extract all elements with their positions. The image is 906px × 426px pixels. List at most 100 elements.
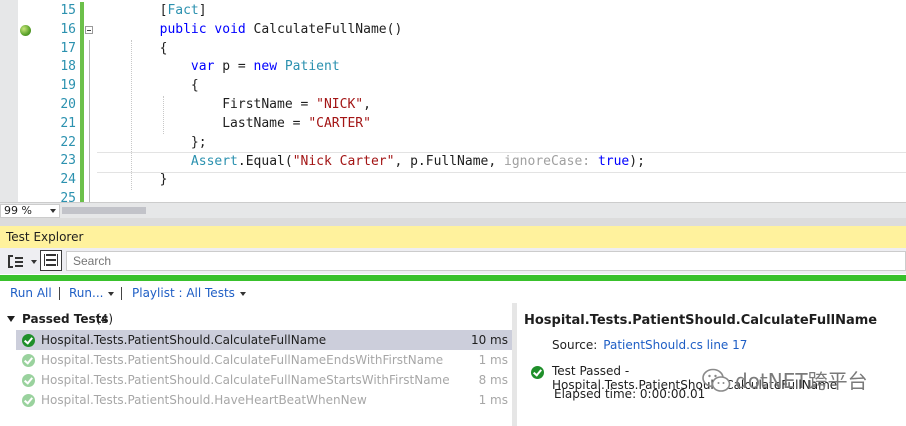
list-icon <box>44 254 58 266</box>
divider <box>121 287 122 300</box>
code-token: Patient <box>284 59 340 75</box>
code-text: FirstName = "NICK", <box>97 96 371 115</box>
code-token: void <box>214 21 246 37</box>
line-number: 22 <box>60 134 76 150</box>
test-row[interactable]: Hospital.Tests.PatientShould.HaveHeartBe… <box>16 390 512 410</box>
code-token: p = <box>214 59 254 75</box>
playlist-label: Playlist : All Tests <box>132 286 235 300</box>
test-detail-pane: Hospital.Tests.PatientShould.CalculateFu… <box>517 303 906 426</box>
list-view-button[interactable] <box>40 250 62 271</box>
run-all-link[interactable]: Run All <box>10 281 52 305</box>
code-line[interactable]: 15 [Fact] <box>0 2 906 21</box>
code-line[interactable]: 21 LastName = "CARTER" <box>0 115 906 134</box>
test-name: Hospital.Tests.PatientShould.CalculateFu… <box>41 373 450 387</box>
code-text: } <box>97 171 168 190</box>
code-token: , <box>363 96 371 112</box>
watermark-text: dotNET跨平台 <box>735 369 868 393</box>
code-line[interactable]: 17 { <box>0 40 906 59</box>
code-token: { <box>97 40 168 56</box>
code-text: Assert.Equal("Nick Carter", p.FullName, … <box>97 152 906 174</box>
code-token: Assert <box>190 154 238 170</box>
code-token: true <box>597 154 630 170</box>
code-text: var p = new Patient <box>97 58 340 77</box>
test-name: Hospital.Tests.PatientShould.CalculateFu… <box>41 353 444 367</box>
run-dropdown[interactable]: Run... <box>69 281 115 305</box>
code-text: LastName = "CARTER" <box>97 115 371 134</box>
line-number: 21 <box>60 115 76 131</box>
code-token: FirstName = <box>97 96 317 112</box>
zoom-value: 99 % <box>4 204 32 217</box>
test-explorer-toolbar <box>0 248 906 274</box>
test-passed-glyph-icon[interactable] <box>20 24 31 36</box>
code-token: .Equal( <box>237 154 293 170</box>
code-text: [Fact] <box>97 2 207 21</box>
code-line[interactable]: 25 <box>0 190 906 202</box>
test-duration: 1 ms <box>478 393 508 407</box>
code-text: { <box>97 40 168 59</box>
divider <box>59 287 60 300</box>
code-line[interactable]: 20 FirstName = "NICK", <box>0 96 906 115</box>
passed-tests-group[interactable]: Passed Tests (4) <box>0 309 512 330</box>
group-by-icon <box>8 255 23 268</box>
code-token: { <box>97 78 199 94</box>
line-number: 20 <box>60 96 76 112</box>
run-label: Run... <box>69 286 104 300</box>
test-list: Passed Tests (4) Hospital.Tests.PatientS… <box>0 309 512 426</box>
chevron-down-icon <box>31 260 37 264</box>
code-token: }; <box>97 134 207 150</box>
horizontal-scrollbar[interactable] <box>62 206 902 216</box>
code-line[interactable]: 16 public void CalculateFullName() <box>0 21 906 40</box>
detail-source: Source: PatientShould.cs line 17 <box>552 338 747 352</box>
test-row[interactable]: Hospital.Tests.PatientShould.CalculateFu… <box>16 330 512 350</box>
group-by-button[interactable] <box>6 252 38 271</box>
code-editor[interactable]: 15 [Fact] 16 public void CalculateFullNam… <box>0 0 906 202</box>
search-input[interactable] <box>66 251 906 271</box>
code-token: public <box>159 21 207 37</box>
test-duration: 1 ms <box>478 353 508 367</box>
test-row[interactable]: Hospital.Tests.PatientShould.CalculateFu… <box>16 370 512 390</box>
code-text: }; <box>97 134 207 153</box>
code-line[interactable]: 22 }; <box>0 134 906 153</box>
code-token: } <box>97 172 168 188</box>
test-row[interactable]: Hospital.Tests.PatientShould.CalculateFu… <box>16 350 512 370</box>
code-token: ] <box>198 3 207 18</box>
passed-check-icon <box>22 334 35 347</box>
zoom-dropdown[interactable]: 99 % <box>0 204 60 218</box>
code-text: public void CalculateFullName() <box>97 21 403 40</box>
chevron-down-icon <box>239 291 246 296</box>
code-token: ); <box>629 154 645 170</box>
wechat-logo-icon <box>702 368 731 392</box>
code-line[interactable]: 24 } <box>0 171 906 190</box>
line-number: 17 <box>60 40 76 56</box>
code-line[interactable]: 23 Assert.Equal("Nick Carter", p.FullNam… <box>0 152 906 174</box>
code-text: { <box>97 77 199 96</box>
code-token: new <box>253 59 278 75</box>
code-token: "NICK" <box>316 96 364 112</box>
group-count: (4) <box>96 312 113 326</box>
code-token: , p.FullName, <box>394 154 505 170</box>
code-line[interactable]: 18 var p = new Patient <box>0 58 906 77</box>
detail-title: Hospital.Tests.PatientShould.CalculateFu… <box>524 313 878 328</box>
test-explorer-title[interactable]: Test Explorer <box>0 226 906 248</box>
editor-bottom-bar: 99 % <box>0 202 906 219</box>
code-token: LastName = <box>97 115 309 131</box>
code-token: ignoreCase: <box>504 154 591 170</box>
test-name: Hospital.Tests.PatientShould.HaveHeartBe… <box>41 393 367 407</box>
panel-splitter[interactable] <box>0 218 906 226</box>
source-label: Source: <box>552 338 598 352</box>
code-line[interactable]: 19 { <box>0 77 906 96</box>
code-token: var <box>190 59 215 75</box>
passed-check-icon <box>22 394 35 407</box>
source-link[interactable]: PatientShould.cs line 17 <box>603 338 747 352</box>
chevron-down-icon <box>50 209 56 213</box>
collapse-icon[interactable] <box>85 25 93 34</box>
scrollbar-thumb[interactable] <box>62 207 146 214</box>
expand-triangle-icon[interactable] <box>7 316 15 322</box>
line-number: 15 <box>60 3 76 18</box>
line-number: 23 <box>60 153 76 169</box>
playlist-dropdown[interactable]: Playlist : All Tests <box>132 281 246 305</box>
line-number: 24 <box>60 172 76 188</box>
